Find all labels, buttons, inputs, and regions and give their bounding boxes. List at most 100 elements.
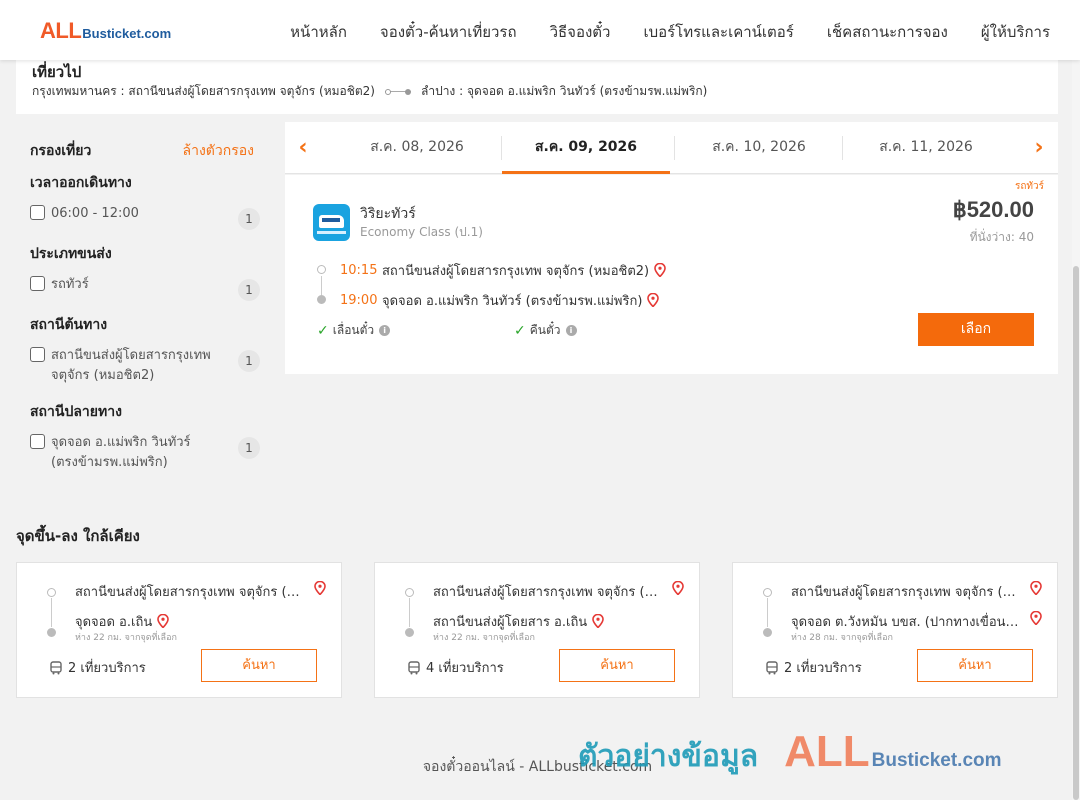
map-pin-icon[interactable]: [1030, 581, 1042, 595]
filter-group-transport-type: ประเภทขนส่ง รถทัวร์ 1: [30, 243, 260, 301]
route-heading: เที่ยวไป: [32, 63, 82, 81]
departure-time: 10:15: [340, 262, 378, 278]
filter-option[interactable]: จุดจอด อ.แม่พริก วินทัวร์ (ตรงข้ามรพ.แม่…: [30, 433, 260, 473]
trip-price: ฿520.00: [952, 197, 1034, 222]
filter-sidebar: กรองเที่ยว ล้างตัวกรอง เวลาออกเดินทาง 06…: [16, 122, 276, 492]
check-icon: ✓: [317, 322, 329, 339]
map-pin-icon[interactable]: [1030, 611, 1042, 625]
departure-stop: 10:15 สถานีขนส่งผู้โดยสารกรุงเทพ จตุจักร…: [315, 255, 666, 285]
info-icon[interactable]: i: [565, 325, 577, 336]
filter-group-title: เวลาออกเดินทาง: [30, 175, 132, 191]
checkbox[interactable]: [30, 434, 45, 449]
route-arrow-icon: [384, 88, 411, 96]
route-from: กรุงเทพมหานคร : สถานีขนส่งผู้โดยสารกรุงเ…: [32, 84, 375, 98]
feature-label: เลื่อนตั๋ว: [332, 323, 375, 337]
nearby-distance: ห่าง 22 กม. จากจุดที่เลือก: [433, 633, 535, 643]
filter-option-label: รถทัวร์: [51, 277, 89, 292]
map-pin-icon[interactable]: [672, 581, 684, 595]
filter-option[interactable]: 06:00 - 12:00 1: [30, 204, 260, 230]
nearby-trips: 2 เที่ยวบริการ: [765, 657, 862, 678]
nav-book-search[interactable]: จองตั๋ว-ค้นหาเที่ยวรถ: [380, 20, 517, 44]
filter-count-badge: 1: [238, 279, 260, 301]
checkbox[interactable]: [30, 205, 45, 220]
search-button[interactable]: ค้นหา: [201, 649, 317, 682]
nav-check-booking[interactable]: เช็คสถานะการจอง: [827, 20, 948, 44]
seat-class: Economy Class (ป.1): [360, 225, 483, 239]
transport-type-tag: รถทัวร์: [1014, 181, 1044, 192]
feature-refund: ✓ คืนตั๋ว i: [514, 321, 577, 340]
nearby-card: สถานีขนส่งผู้โดยสารกรุงเทพ จตุจักร (หมอช…: [374, 562, 700, 698]
checkbox[interactable]: [30, 276, 45, 291]
top-navbar: ALL Busticket.com หน้าหลัก จองตั๋ว-ค้นหาเ…: [0, 0, 1080, 60]
filter-option-label: จุดจอด อ.แม่พริก วินทัวร์ (ตรงข้ามรพ.แม่…: [51, 435, 191, 470]
departure-station: สถานีขนส่งผู้โดยสารกรุงเทพ จตุจักร (หมอช…: [382, 263, 650, 279]
filter-group-title: ประเภทขนส่ง: [30, 246, 112, 262]
route-to: ลำปาง : จุดจอด อ.แม่พริก วินทัวร์ (ตรงข้…: [420, 84, 708, 98]
info-icon[interactable]: i: [379, 325, 391, 336]
nearby-trips: 4 เที่ยวบริการ: [407, 657, 504, 678]
map-pin-icon[interactable]: [592, 614, 605, 628]
stop-dot-icon: [317, 295, 326, 304]
site-logo[interactable]: ALL Busticket.com: [40, 18, 171, 44]
date-tab-active[interactable]: ส.ค. 09, 2026: [502, 122, 670, 174]
logo-all: ALL: [40, 18, 82, 43]
feature-label: คืนตั๋ว: [529, 323, 561, 337]
map-pin-icon[interactable]: [654, 263, 666, 277]
map-pin-icon[interactable]: [157, 614, 170, 628]
filter-option[interactable]: สถานีขนส่งผู้โดยสารกรุงเทพ จตุจักร (หมอช…: [30, 346, 260, 386]
nearby-card: สถานีขนส่งผู้โดยสารกรุงเทพ จตุจักร (หมอช…: [16, 562, 342, 698]
seats-available: ที่นั่งว่าง: 40: [969, 230, 1034, 244]
filter-group-origin-station: สถานีต้นทาง สถานีขนส่งผู้โดยสารกรุงเทพ จ…: [30, 314, 260, 386]
operator-logo: [313, 204, 350, 241]
map-pin-icon[interactable]: [314, 581, 326, 595]
filter-count-badge: 1: [238, 208, 260, 230]
search-button[interactable]: ค้นหา: [917, 649, 1033, 682]
filter-group-title: สถานีปลายทาง: [30, 404, 122, 420]
checkbox[interactable]: [30, 347, 45, 362]
nav-operators[interactable]: ผู้ให้บริการ: [981, 20, 1050, 44]
route-dots-icon: [47, 588, 56, 638]
search-button[interactable]: ค้นหา: [559, 649, 675, 682]
nearby-distance: ห่าง 28 กม. จากจุดที่เลือก: [791, 633, 893, 643]
trip-stops: 10:15 สถานีขนส่งผู้โดยสารกรุงเทพ จตุจักร…: [315, 255, 666, 315]
trip-card: รถทัวร์ วิริยะทัวร์ Economy Class (ป.1) …: [285, 175, 1058, 374]
operator-name: วิริยะทัวร์: [360, 206, 416, 222]
bus-icon: [50, 660, 62, 674]
check-icon: ✓: [514, 322, 526, 339]
filter-option[interactable]: รถทัวร์ 1: [30, 275, 260, 301]
select-trip-button[interactable]: เลือก: [918, 313, 1034, 346]
filter-count-badge: 1: [238, 437, 260, 459]
nearby-to-label: จุดจอด อ.เถิน: [75, 615, 153, 630]
nearby-from: สถานีขนส่งผู้โดยสารกรุงเทพ จตุจักร (หมอช…: [791, 585, 1019, 600]
map-pin-icon[interactable]: [647, 293, 660, 307]
next-date-icon[interactable]: ›: [1029, 136, 1049, 160]
trips-count: 2 เที่ยวบริการ: [784, 661, 862, 676]
route-dots-icon: [405, 588, 414, 638]
nearby-to-label: สถานีขนส่งผู้โดยสาร อ.เถิน: [433, 615, 588, 630]
nearby-from: สถานีขนส่งผู้โดยสารกรุงเทพ จตุจักร (หมอช…: [433, 585, 661, 600]
nearby-trips: 2 เที่ยวบริการ: [49, 657, 146, 678]
clear-filters-link[interactable]: ล้างตัวกรอง: [183, 140, 254, 162]
nav-how-to-book[interactable]: วิธีจองตั๋ว: [550, 20, 611, 44]
filter-option-label: 06:00 - 12:00: [51, 206, 139, 221]
date-tab[interactable]: ส.ค. 08, 2026: [333, 122, 501, 174]
prev-date-icon[interactable]: ‹: [293, 136, 313, 160]
scrollbar-thumb[interactable]: [1073, 266, 1079, 800]
route-dots-icon: [763, 588, 772, 638]
arrival-station: จุดจอด อ.แม่พริก วินทัวร์ (ตรงข้ามรพ.แม่…: [382, 293, 643, 309]
nearby-to: สถานีขนส่งผู้โดยสาร อ.เถิน: [433, 611, 605, 632]
arrival-time: 19:00: [340, 292, 378, 308]
nav-phone-counters[interactable]: เบอร์โทรและเคาน์เตอร์: [643, 20, 793, 44]
nav-home[interactable]: หน้าหลัก: [290, 20, 347, 44]
footer-text: จองตั๋วออนไลน์ - ALLbusticket.com: [422, 759, 653, 775]
route-summary: เที่ยวไป กรุงเทพมหานคร : สถานีขนส่งผู้โด…: [16, 60, 1058, 114]
filter-title: กรองเที่ยว: [30, 143, 92, 159]
page-scrollbar[interactable]: [1072, 60, 1080, 800]
date-tab[interactable]: ส.ค. 10, 2026: [675, 122, 843, 174]
trips-count: 2 เที่ยวบริการ: [68, 661, 146, 676]
date-tab[interactable]: ส.ค. 11, 2026: [842, 122, 1010, 174]
nearby-section-title: จุดขึ้น-ลง ใกล้เคียง: [16, 527, 140, 545]
arrival-stop: 19:00 จุดจอด อ.แม่พริก วินทัวร์ (ตรงข้าม…: [315, 285, 666, 315]
nearby-from: สถานีขนส่งผู้โดยสารกรุงเทพ จตุจักร (หมอช…: [75, 585, 303, 600]
main-nav: หน้าหลัก จองตั๋ว-ค้นหาเที่ยวรถ วิธีจองตั…: [257, 20, 1050, 44]
